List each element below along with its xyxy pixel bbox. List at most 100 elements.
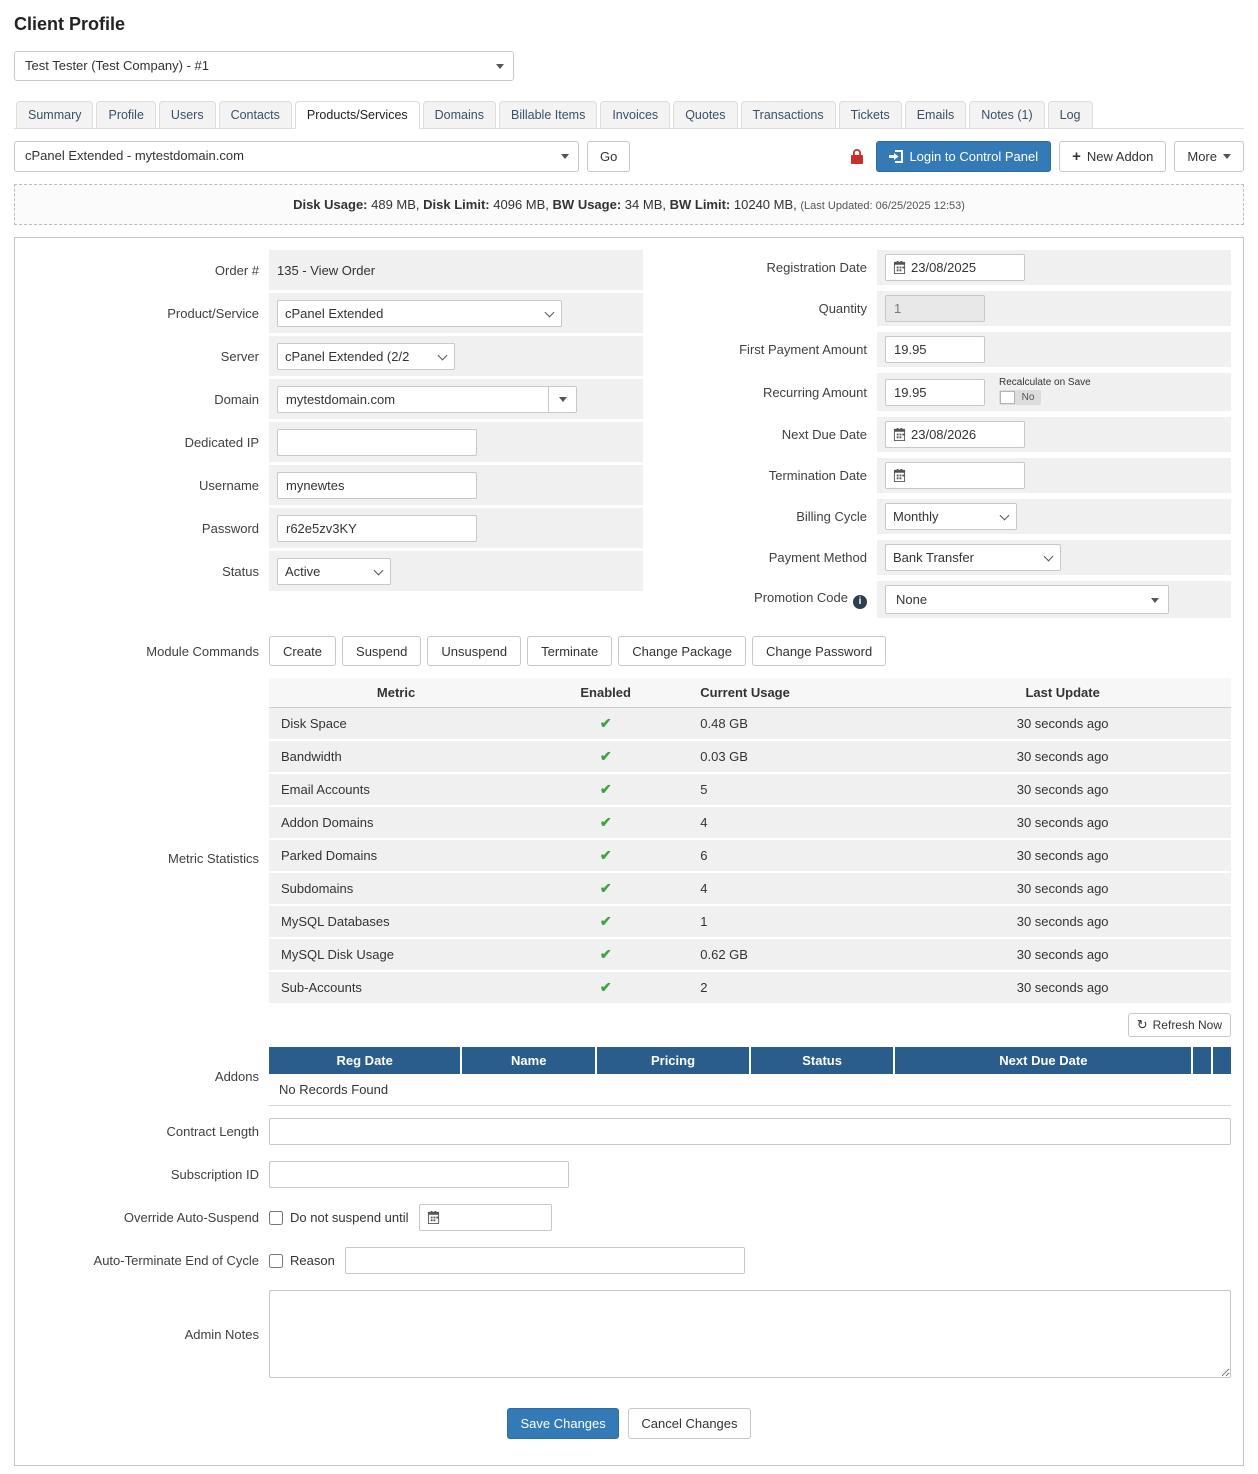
quantity-row: Quantity	[655, 291, 1231, 326]
registration-date-row: Registration Date	[655, 250, 1231, 285]
refresh-icon: ↻	[1137, 1017, 1148, 1033]
tab-domains[interactable]: Domains	[423, 101, 496, 129]
tab-transactions[interactable]: Transactions	[741, 101, 836, 129]
metric-usage: 1	[692, 905, 894, 938]
caret-down-icon	[561, 154, 569, 159]
tab-contacts[interactable]: Contacts	[219, 101, 292, 129]
calendar-icon[interactable]	[886, 261, 911, 274]
domain-input[interactable]	[277, 386, 549, 413]
promotion-code-select[interactable]: None	[885, 585, 1169, 614]
contract-length-input[interactable]	[269, 1118, 1231, 1145]
service-selector[interactable]: cPanel Extended - mytestdomain.com	[14, 141, 579, 172]
save-changes-button[interactable]: Save Changes	[507, 1408, 618, 1439]
go-button[interactable]: Go	[587, 141, 630, 172]
metric-updated: 30 seconds ago	[894, 708, 1231, 741]
addons-col-name: Name	[461, 1047, 596, 1074]
username-input[interactable]	[277, 472, 477, 499]
table-row: Sub-Accounts ✔ 2 30 seconds ago	[269, 971, 1231, 1004]
tab-quotes[interactable]: Quotes	[673, 101, 737, 129]
tab-notes[interactable]: Notes (1)	[969, 101, 1044, 129]
first-payment-input[interactable]	[885, 336, 985, 363]
metric-usage: 4	[692, 806, 894, 839]
dedicated-ip-input[interactable]	[277, 429, 477, 456]
service-selector-value: cPanel Extended - mytestdomain.com	[25, 148, 244, 163]
caret-down-icon	[1151, 598, 1159, 603]
check-icon: ✔	[600, 814, 612, 830]
recurring-amount-input[interactable]	[885, 379, 985, 406]
do-not-suspend-checkbox[interactable]	[269, 1211, 283, 1225]
product-service-select[interactable]: cPanel Extended	[277, 300, 562, 327]
metric-usage: 5	[692, 773, 894, 806]
tab-emails[interactable]: Emails	[905, 101, 967, 129]
promotion-code-value: None	[896, 592, 927, 607]
auto-terminate-reason-input[interactable]	[345, 1247, 745, 1274]
check-icon: ✔	[600, 880, 612, 896]
metric-statistics-table: Metric Enabled Current Usage Last Update…	[269, 678, 1231, 1005]
cancel-changes-button[interactable]: Cancel Changes	[628, 1408, 750, 1439]
first-payment-label: First Payment Amount	[655, 342, 877, 357]
bw-limit-label: BW Limit:	[670, 197, 731, 212]
calendar-icon[interactable]	[886, 428, 911, 441]
next-due-date-row: Next Due Date	[655, 417, 1231, 452]
tab-bar: Summary Profile Users Contacts Products/…	[14, 101, 1244, 129]
calendar-icon[interactable]	[886, 469, 911, 482]
payment-method-label: Payment Method	[655, 550, 877, 565]
refresh-now-button[interactable]: ↻ Refresh Now	[1128, 1013, 1231, 1037]
metric-name: Subdomains	[269, 872, 519, 905]
new-addon-button[interactable]: + New Addon	[1059, 141, 1166, 172]
metric-usage: 0.48 GB	[692, 708, 894, 741]
client-selector-value: Test Tester (Test Company) - #1	[25, 58, 209, 73]
tab-tickets[interactable]: Tickets	[839, 101, 902, 129]
server-select[interactable]: cPanel Extended (2/2	[277, 343, 455, 370]
domain-dropdown-button[interactable]	[549, 386, 577, 413]
client-selector[interactable]: Test Tester (Test Company) - #1	[14, 51, 514, 81]
lock-icon[interactable]	[846, 149, 868, 165]
tab-invoices[interactable]: Invoices	[600, 101, 670, 129]
next-due-date-input[interactable]	[911, 423, 1024, 446]
disk-usage-label: Disk Usage:	[293, 197, 367, 212]
password-input[interactable]	[277, 515, 477, 542]
tab-billable-items[interactable]: Billable Items	[499, 101, 597, 129]
metric-updated: 30 seconds ago	[894, 806, 1231, 839]
order-value[interactable]: 135 - View Order	[277, 263, 375, 278]
billing-cycle-select[interactable]: Monthly	[885, 503, 1017, 530]
tab-products-services[interactable]: Products/Services	[295, 101, 420, 129]
metric-usage: 6	[692, 839, 894, 872]
terminate-button[interactable]: Terminate	[527, 636, 612, 666]
page-title: Client Profile	[14, 14, 1244, 35]
termination-date-input[interactable]	[911, 464, 1024, 487]
tab-profile[interactable]: Profile	[96, 101, 155, 129]
product-service-row: Product/Service cPanel Extended	[27, 293, 643, 333]
status-select[interactable]: Active	[277, 558, 391, 585]
registration-date-input[interactable]	[911, 256, 1024, 279]
status-label: Status	[27, 564, 269, 579]
subscription-id-input[interactable]	[269, 1161, 569, 1188]
billing-cycle-row: Billing Cycle Monthly	[655, 499, 1231, 534]
admin-notes-textarea[interactable]	[269, 1290, 1231, 1378]
change-package-button[interactable]: Change Package	[618, 636, 746, 666]
tab-summary[interactable]: Summary	[16, 101, 93, 129]
metric-name: MySQL Disk Usage	[269, 938, 519, 971]
auto-terminate-checkbox[interactable]	[269, 1254, 283, 1268]
payment-method-select[interactable]: Bank Transfer	[885, 544, 1061, 571]
metric-updated: 30 seconds ago	[894, 872, 1231, 905]
metric-updated: 30 seconds ago	[894, 971, 1231, 1004]
recalculate-toggle[interactable]: No	[999, 390, 1041, 405]
suspend-button[interactable]: Suspend	[342, 636, 421, 666]
suspend-until-date-input[interactable]	[445, 1206, 551, 1229]
contract-length-row: Contract Length	[27, 1114, 1231, 1149]
next-due-date-label: Next Due Date	[655, 427, 877, 442]
table-row: MySQL Disk Usage ✔ 0.62 GB 30 seconds ag…	[269, 938, 1231, 971]
table-row: Parked Domains ✔ 6 30 seconds ago	[269, 839, 1231, 872]
unsuspend-button[interactable]: Unsuspend	[427, 636, 521, 666]
metric-name: Disk Space	[269, 708, 519, 741]
bw-usage-value: 34 MB,	[625, 197, 666, 212]
more-button[interactable]: More	[1174, 141, 1244, 172]
tab-log[interactable]: Log	[1048, 101, 1093, 129]
info-icon[interactable]: i	[853, 595, 867, 609]
calendar-icon[interactable]	[420, 1211, 445, 1224]
tab-users[interactable]: Users	[159, 101, 216, 129]
login-control-panel-button[interactable]: Login to Control Panel	[876, 141, 1051, 172]
change-password-button[interactable]: Change Password	[752, 636, 886, 666]
create-button[interactable]: Create	[269, 636, 336, 666]
